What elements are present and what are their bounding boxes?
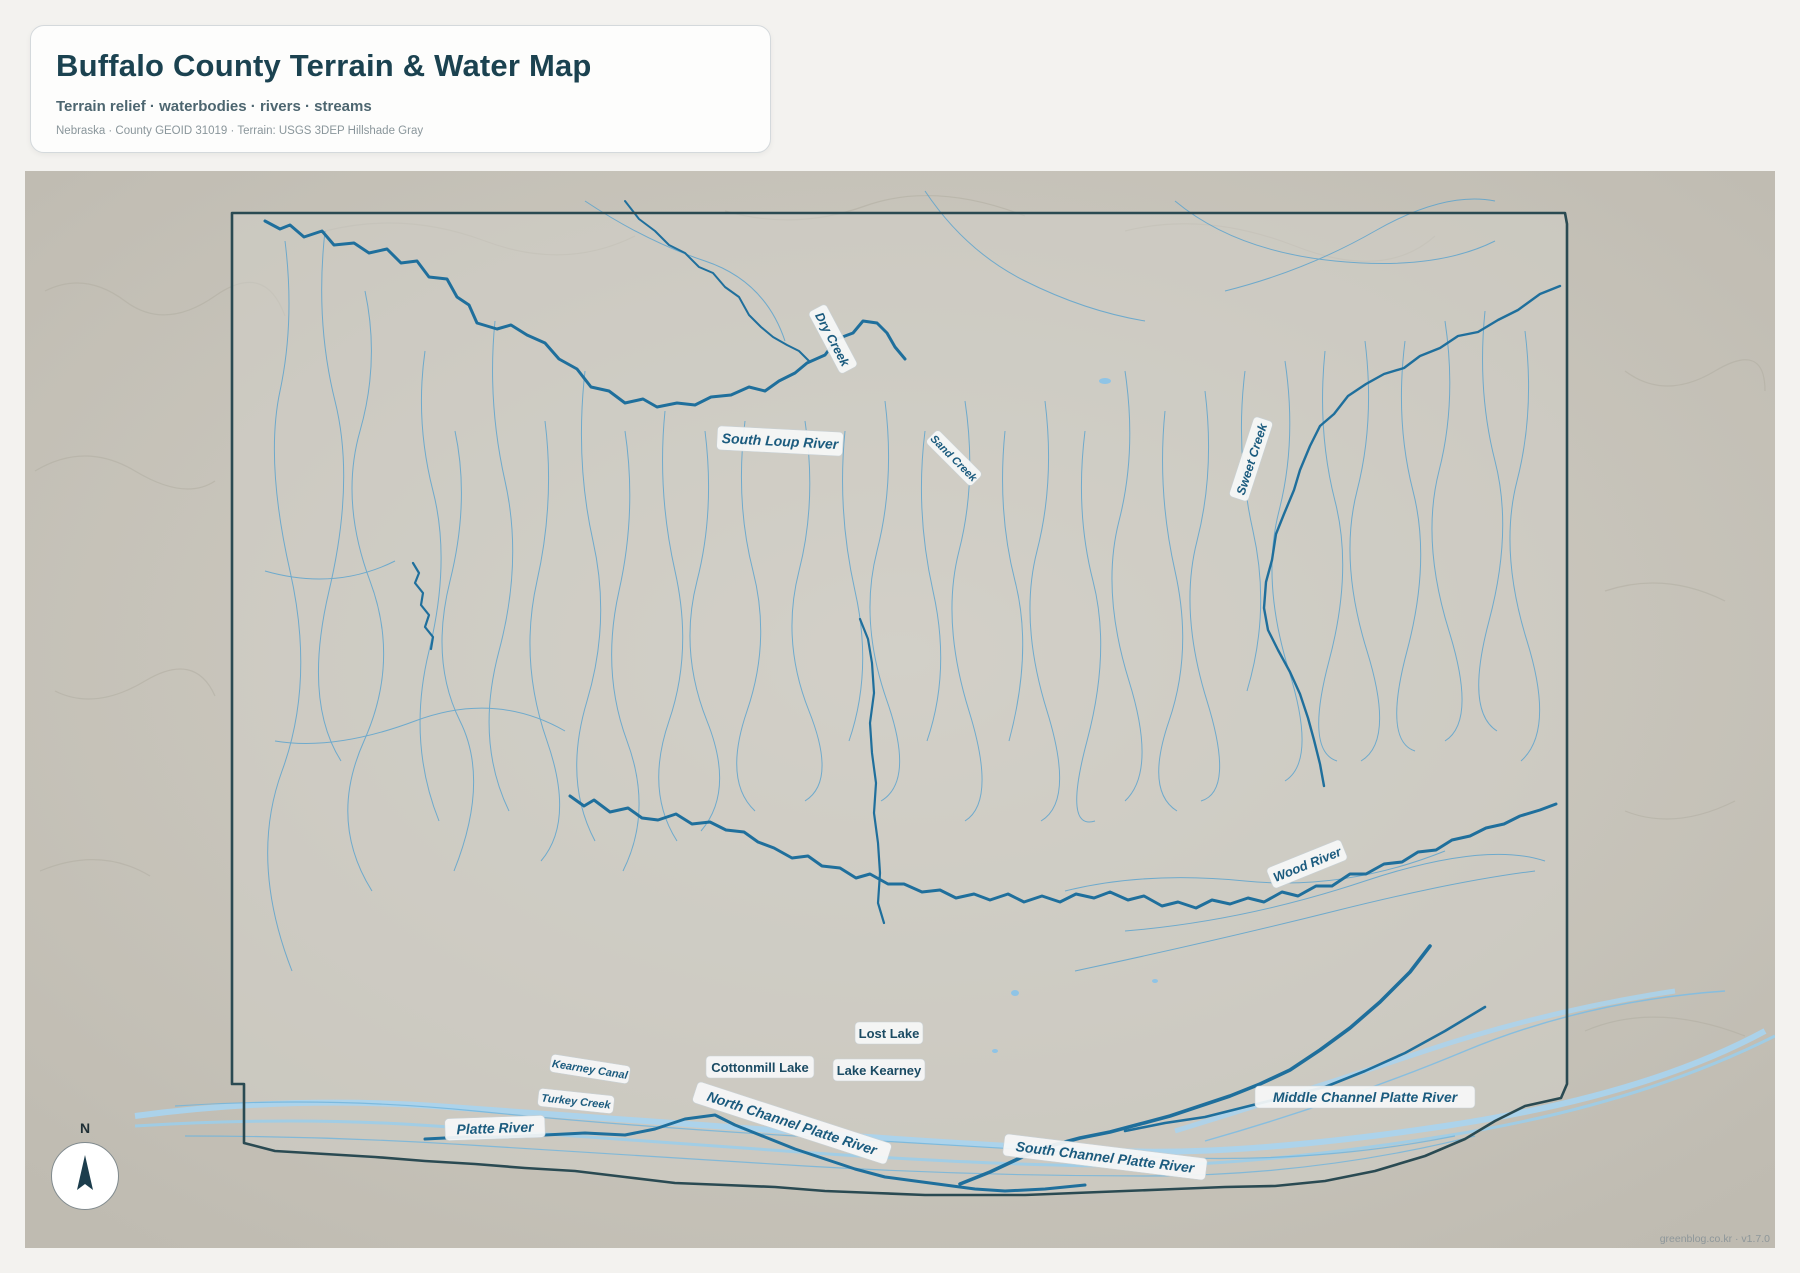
label-lake-kearney-text: Lake Kearney bbox=[837, 1063, 922, 1078]
north-arrow-icon bbox=[77, 1155, 93, 1190]
label-middle-channel-text: Middle Channel Platte River bbox=[1273, 1089, 1459, 1105]
map-svg[interactable]: South Loup River Dry Creek Sand Creek Sw… bbox=[25, 171, 1775, 1248]
label-cottonmill-lake[interactable]: Cottonmill Lake bbox=[705, 1055, 815, 1079]
map-title: Buffalo County Terrain & Water Map bbox=[56, 48, 592, 83]
label-cottonmill-lake-text: Cottonmill Lake bbox=[711, 1060, 809, 1075]
map-metadata: Nebraska · County GEOID 31019 · Terrain:… bbox=[56, 125, 424, 137]
label-lost-lake[interactable]: Lost Lake bbox=[854, 1021, 924, 1045]
title-card: Buffalo County Terrain & Water Map Terra… bbox=[30, 25, 771, 153]
label-platte-river-text: Platte River bbox=[456, 1119, 535, 1138]
label-lost-lake-text: Lost Lake bbox=[859, 1026, 920, 1041]
label-middle-channel[interactable]: Middle Channel Platte River bbox=[1254, 1085, 1476, 1109]
credit-text: greenblog.co.kr · v1.7.0 bbox=[1659, 1233, 1770, 1245]
north-arrow-compass bbox=[51, 1142, 119, 1210]
north-label: N bbox=[79, 1120, 91, 1136]
label-lake-kearney[interactable]: Lake Kearney bbox=[832, 1058, 926, 1082]
label-platte-river[interactable]: Platte River bbox=[444, 1115, 546, 1141]
map-canvas[interactable]: South Loup River Dry Creek Sand Creek Sw… bbox=[25, 171, 1775, 1248]
map-subtitle: Terrain relief · waterbodies · rivers · … bbox=[56, 98, 372, 115]
